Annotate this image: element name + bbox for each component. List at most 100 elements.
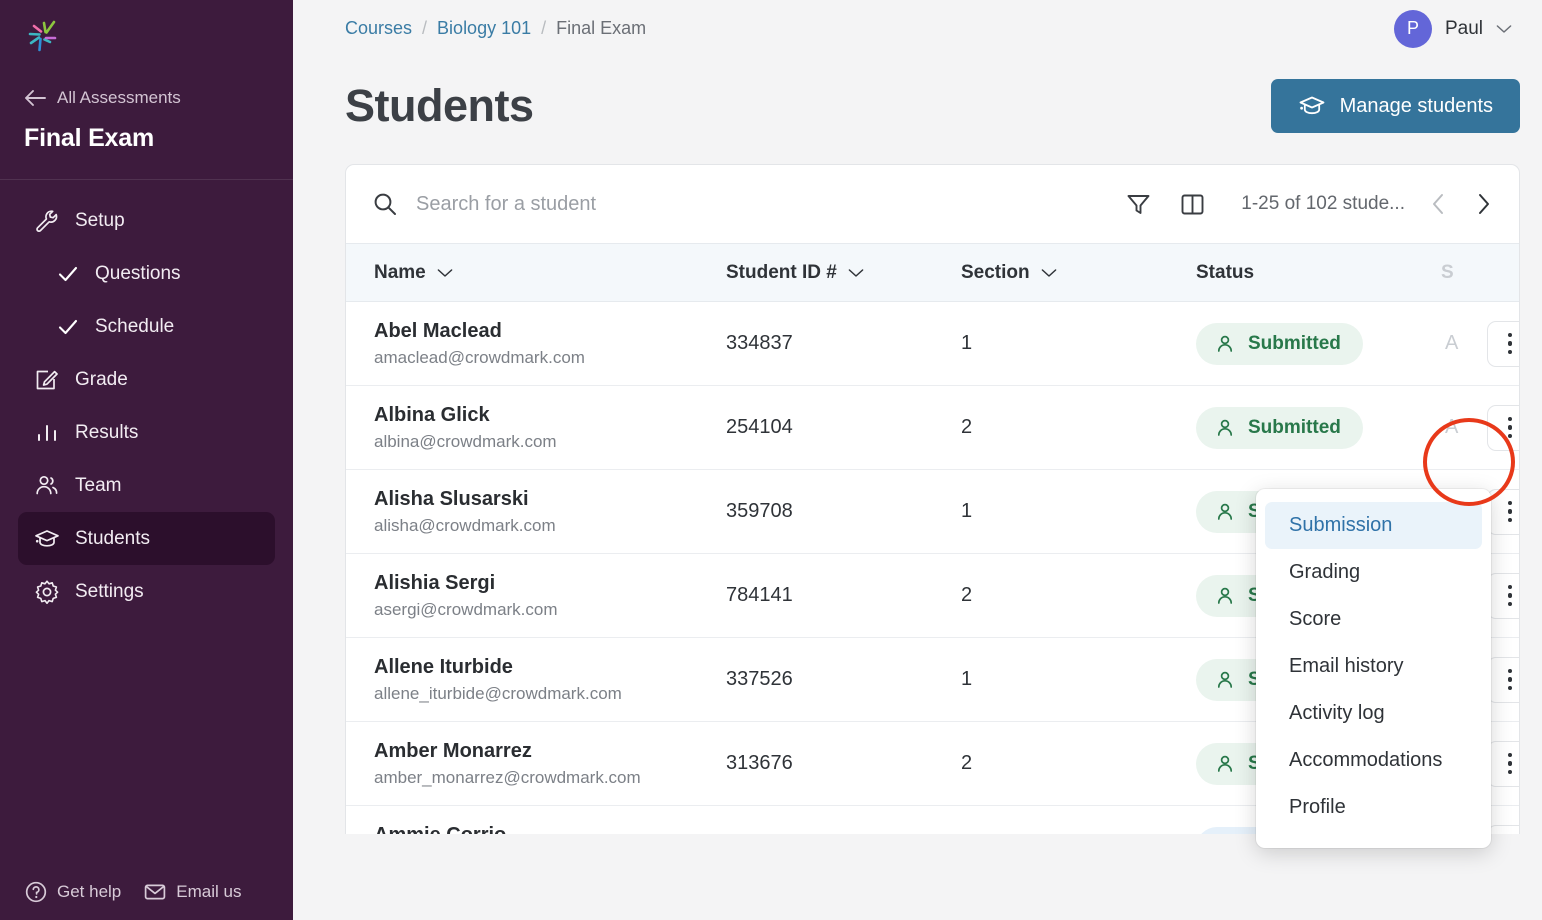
person-icon — [1217, 755, 1233, 772]
row-actions-kebab-button[interactable] — [1487, 320, 1519, 367]
cell-name: Alishia Sergi asergi@crowdmark.com — [346, 553, 726, 638]
get-help-link[interactable]: Get help — [24, 880, 121, 904]
truncated-cell-text: A — [1445, 416, 1459, 438]
status-label: Submitted — [1248, 416, 1341, 438]
sidebar-item-label: Setup — [75, 209, 125, 231]
avatar: P — [1393, 9, 1432, 48]
sidebar-item-label: Schedule — [95, 315, 175, 337]
column-header-name[interactable]: Name — [346, 243, 726, 302]
manage-students-label: Manage students — [1339, 94, 1493, 117]
menu-item-submission[interactable]: Submission — [1265, 502, 1482, 549]
sidebar-item-label: Team — [75, 474, 122, 496]
cell-name: Allene Iturbide allene_iturbide@crowdmar… — [346, 637, 726, 722]
sidebar-item-label: Questions — [95, 262, 181, 284]
sidebar-item-results[interactable]: Results — [18, 406, 275, 459]
student-name: Alisha Slusarski — [374, 487, 529, 510]
person-icon — [1217, 335, 1233, 352]
pagination: 1-25 of 102 stude... — [1241, 192, 1493, 216]
sidebar-item-label: Students — [75, 527, 150, 549]
cell-name: Albina Glick albina@crowdmark.com — [346, 385, 726, 470]
column-header-section[interactable]: Section — [961, 243, 1196, 302]
column-label: Student ID # — [726, 261, 837, 283]
logo-container[interactable] — [0, 0, 293, 66]
next-page-button[interactable] — [1473, 192, 1493, 216]
sidebar-item-team[interactable]: Team — [18, 459, 275, 512]
manage-students-button[interactable]: Manage students — [1270, 79, 1520, 133]
section: 1 — [961, 668, 973, 690]
table-toolbar: 1-25 of 102 stude... — [346, 165, 1519, 243]
bar-chart-icon — [38, 424, 56, 441]
row-actions-kebab-button[interactable] — [1487, 656, 1519, 703]
email-us-link[interactable]: Email us — [143, 880, 241, 904]
sidebar-item-students[interactable]: Students — [18, 512, 275, 565]
pagination-label: 1-25 of 102 stude... — [1241, 193, 1405, 214]
user-name: Paul — [1444, 17, 1483, 39]
sidebar-item-questions[interactable]: Questions — [40, 247, 275, 300]
cell-student-id: 784141 — [726, 553, 961, 638]
sidebar-item-label: Settings — [75, 580, 144, 602]
sidebar-item-settings[interactable]: Settings — [18, 565, 275, 618]
table-row[interactable]: Albina Glick albina@crowdmark.com 254104… — [346, 385, 1519, 470]
gear-icon — [35, 579, 59, 604]
table-row[interactable]: Abel Maclead amaclead@crowdmark.com 3348… — [346, 301, 1519, 386]
column-header-truncated: S — [1441, 243, 1519, 302]
menu-item-profile[interactable]: Profile — [1256, 784, 1491, 831]
person-icon — [1217, 503, 1233, 520]
cell-student-id: 254104 — [726, 385, 961, 470]
column-label: Name — [374, 261, 426, 283]
menu-item-score[interactable]: Score — [1256, 596, 1491, 643]
search-input[interactable] — [416, 192, 1126, 216]
row-actions-dropdown-menu: Submission Grading Score Email history A… — [1256, 489, 1491, 848]
user-menu[interactable]: P Paul — [1393, 9, 1512, 48]
sidebar-item-setup[interactable]: Setup — [18, 194, 275, 247]
person-icon — [1217, 419, 1233, 436]
cell-section: 1 — [961, 301, 1196, 386]
app-root: All Assessments Final Exam Setup Questio… — [0, 0, 1542, 920]
back-to-all-assessments[interactable]: All Assessments — [24, 88, 293, 108]
sidebar-item-schedule[interactable]: Schedule — [40, 300, 275, 353]
breadcrumb-item-courses[interactable]: Courses — [345, 18, 412, 39]
email-us-label: Email us — [176, 882, 242, 901]
cell-section: 2 — [961, 553, 1196, 638]
cell-row-actions: A — [1441, 301, 1519, 386]
graduation-cap-icon — [35, 529, 59, 547]
student-name: Ammie Corrio — [374, 824, 726, 835]
cell-student-id: 596960 — [726, 805, 961, 834]
crowdmark-starburst-logo — [28, 20, 57, 52]
column-header-student-id[interactable]: Student ID # — [726, 243, 961, 302]
column-header-status: Status — [1196, 243, 1441, 302]
row-actions-kebab-button[interactable] — [1487, 740, 1519, 787]
filter-funnel-icon[interactable] — [1125, 191, 1152, 218]
columns-layout-icon[interactable] — [1179, 191, 1206, 218]
row-actions-kebab-button[interactable] — [1487, 824, 1519, 834]
row-actions-kebab-button[interactable] — [1487, 488, 1519, 535]
student-id: 784141 — [726, 584, 793, 606]
sidebar-item-grade[interactable]: Grade — [18, 353, 275, 406]
prev-page-button[interactable] — [1429, 192, 1449, 216]
student-name: Albina Glick — [374, 403, 490, 426]
chevron-down-icon — [1041, 268, 1056, 277]
sidebar: All Assessments Final Exam Setup Questio… — [0, 0, 293, 920]
cell-section: 2 — [961, 385, 1196, 470]
assessment-title: Final Exam — [24, 124, 154, 152]
student-email: allene_iturbide@crowdmark.com — [374, 683, 622, 703]
page-title: Students — [345, 80, 534, 131]
table-head: Name Student ID # Section Status S — [346, 243, 1519, 302]
menu-item-accommodations[interactable]: Accommodations — [1256, 737, 1491, 784]
check-icon — [58, 266, 78, 281]
row-actions-kebab-button[interactable] — [1487, 572, 1519, 619]
column-label: S — [1441, 261, 1454, 283]
cell-section: 1 — [961, 469, 1196, 554]
person-icon — [1217, 671, 1233, 688]
row-actions-kebab-button-active[interactable] — [1487, 404, 1519, 451]
breadcrumb-item-course[interactable]: Biology 101 — [437, 18, 531, 39]
top-bar: Courses / Biology 101 / Final Exam P Pau… — [293, 0, 1542, 57]
cell-student-id: 313676 — [726, 721, 961, 806]
cell-name: Alisha Slusarski alisha@crowdmark.com — [346, 469, 726, 554]
status-badge: Submitted — [1196, 322, 1363, 365]
menu-item-grading[interactable]: Grading — [1256, 549, 1491, 596]
menu-item-email-history[interactable]: Email history — [1256, 643, 1491, 690]
question-circle-icon — [25, 881, 47, 903]
menu-item-activity-log[interactable]: Activity log — [1256, 690, 1491, 737]
chevron-down-icon — [437, 268, 453, 277]
